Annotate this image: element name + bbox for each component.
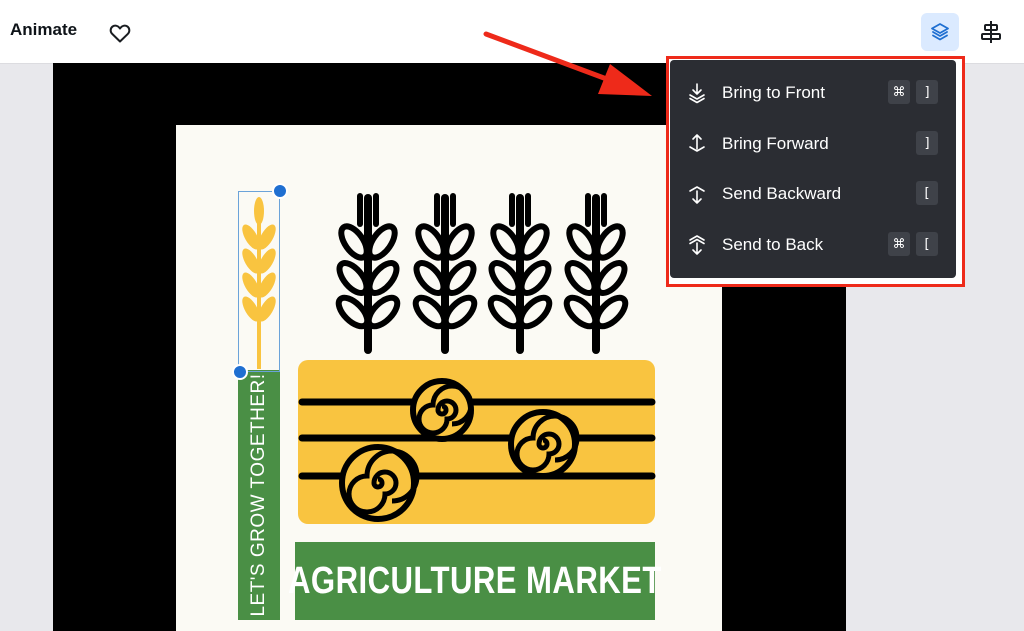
annotation-arrow [483, 31, 652, 96]
position-button[interactable] [921, 13, 959, 51]
bring-to-front-icon [689, 83, 705, 104]
menu-item-label: Bring to Front [722, 83, 825, 102]
menu-item-label: Send Backward [722, 184, 842, 203]
menu-item-bring-forward[interactable]: Bring Forward ] [670, 120, 956, 168]
align-center-icon[interactable] [978, 19, 1004, 45]
menu-item-send-backward[interactable]: Send Backward [ [670, 170, 956, 218]
wheat-illustration[interactable] [330, 190, 640, 360]
shortcut-key: [ [916, 232, 938, 256]
shortcut-key: ] [916, 131, 938, 155]
hay-bales-illustration[interactable] [296, 358, 658, 526]
shortcut-key: ⌘ [888, 232, 910, 256]
resize-handle-top-right[interactable] [272, 183, 288, 199]
animate-button[interactable]: Animate [10, 20, 77, 40]
layers-icon [931, 23, 949, 41]
selection-box[interactable] [238, 191, 280, 372]
menu-item-label: Send to Back [722, 235, 824, 254]
heart-icon[interactable] [108, 21, 132, 45]
side-banner-text[interactable]: LET'S GROW TOGETHER! [248, 373, 270, 616]
title-banner[interactable]: AGRICULTURE MARKET [288, 542, 661, 620]
shortcut-key: [ [916, 181, 938, 205]
send-backward-icon [689, 186, 705, 204]
arrange-menu: Bring to Front ⌘ ] Bring Forward ] Send … [670, 60, 956, 278]
send-to-back-icon [689, 235, 705, 255]
shortcut-key: ⌘ [888, 80, 910, 104]
resize-handle-bottom-left[interactable] [232, 364, 248, 380]
poster-title[interactable]: AGRICULTURE MARKET [288, 560, 662, 603]
menu-item-send-to-back[interactable]: Send to Back ⌘ [ [670, 221, 956, 269]
menu-item-bring-to-front[interactable]: Bring to Front ⌘ ] [670, 69, 956, 117]
menu-item-label: Bring Forward [722, 134, 829, 153]
shortcut-key: ] [916, 80, 938, 104]
bring-forward-icon [689, 134, 705, 152]
